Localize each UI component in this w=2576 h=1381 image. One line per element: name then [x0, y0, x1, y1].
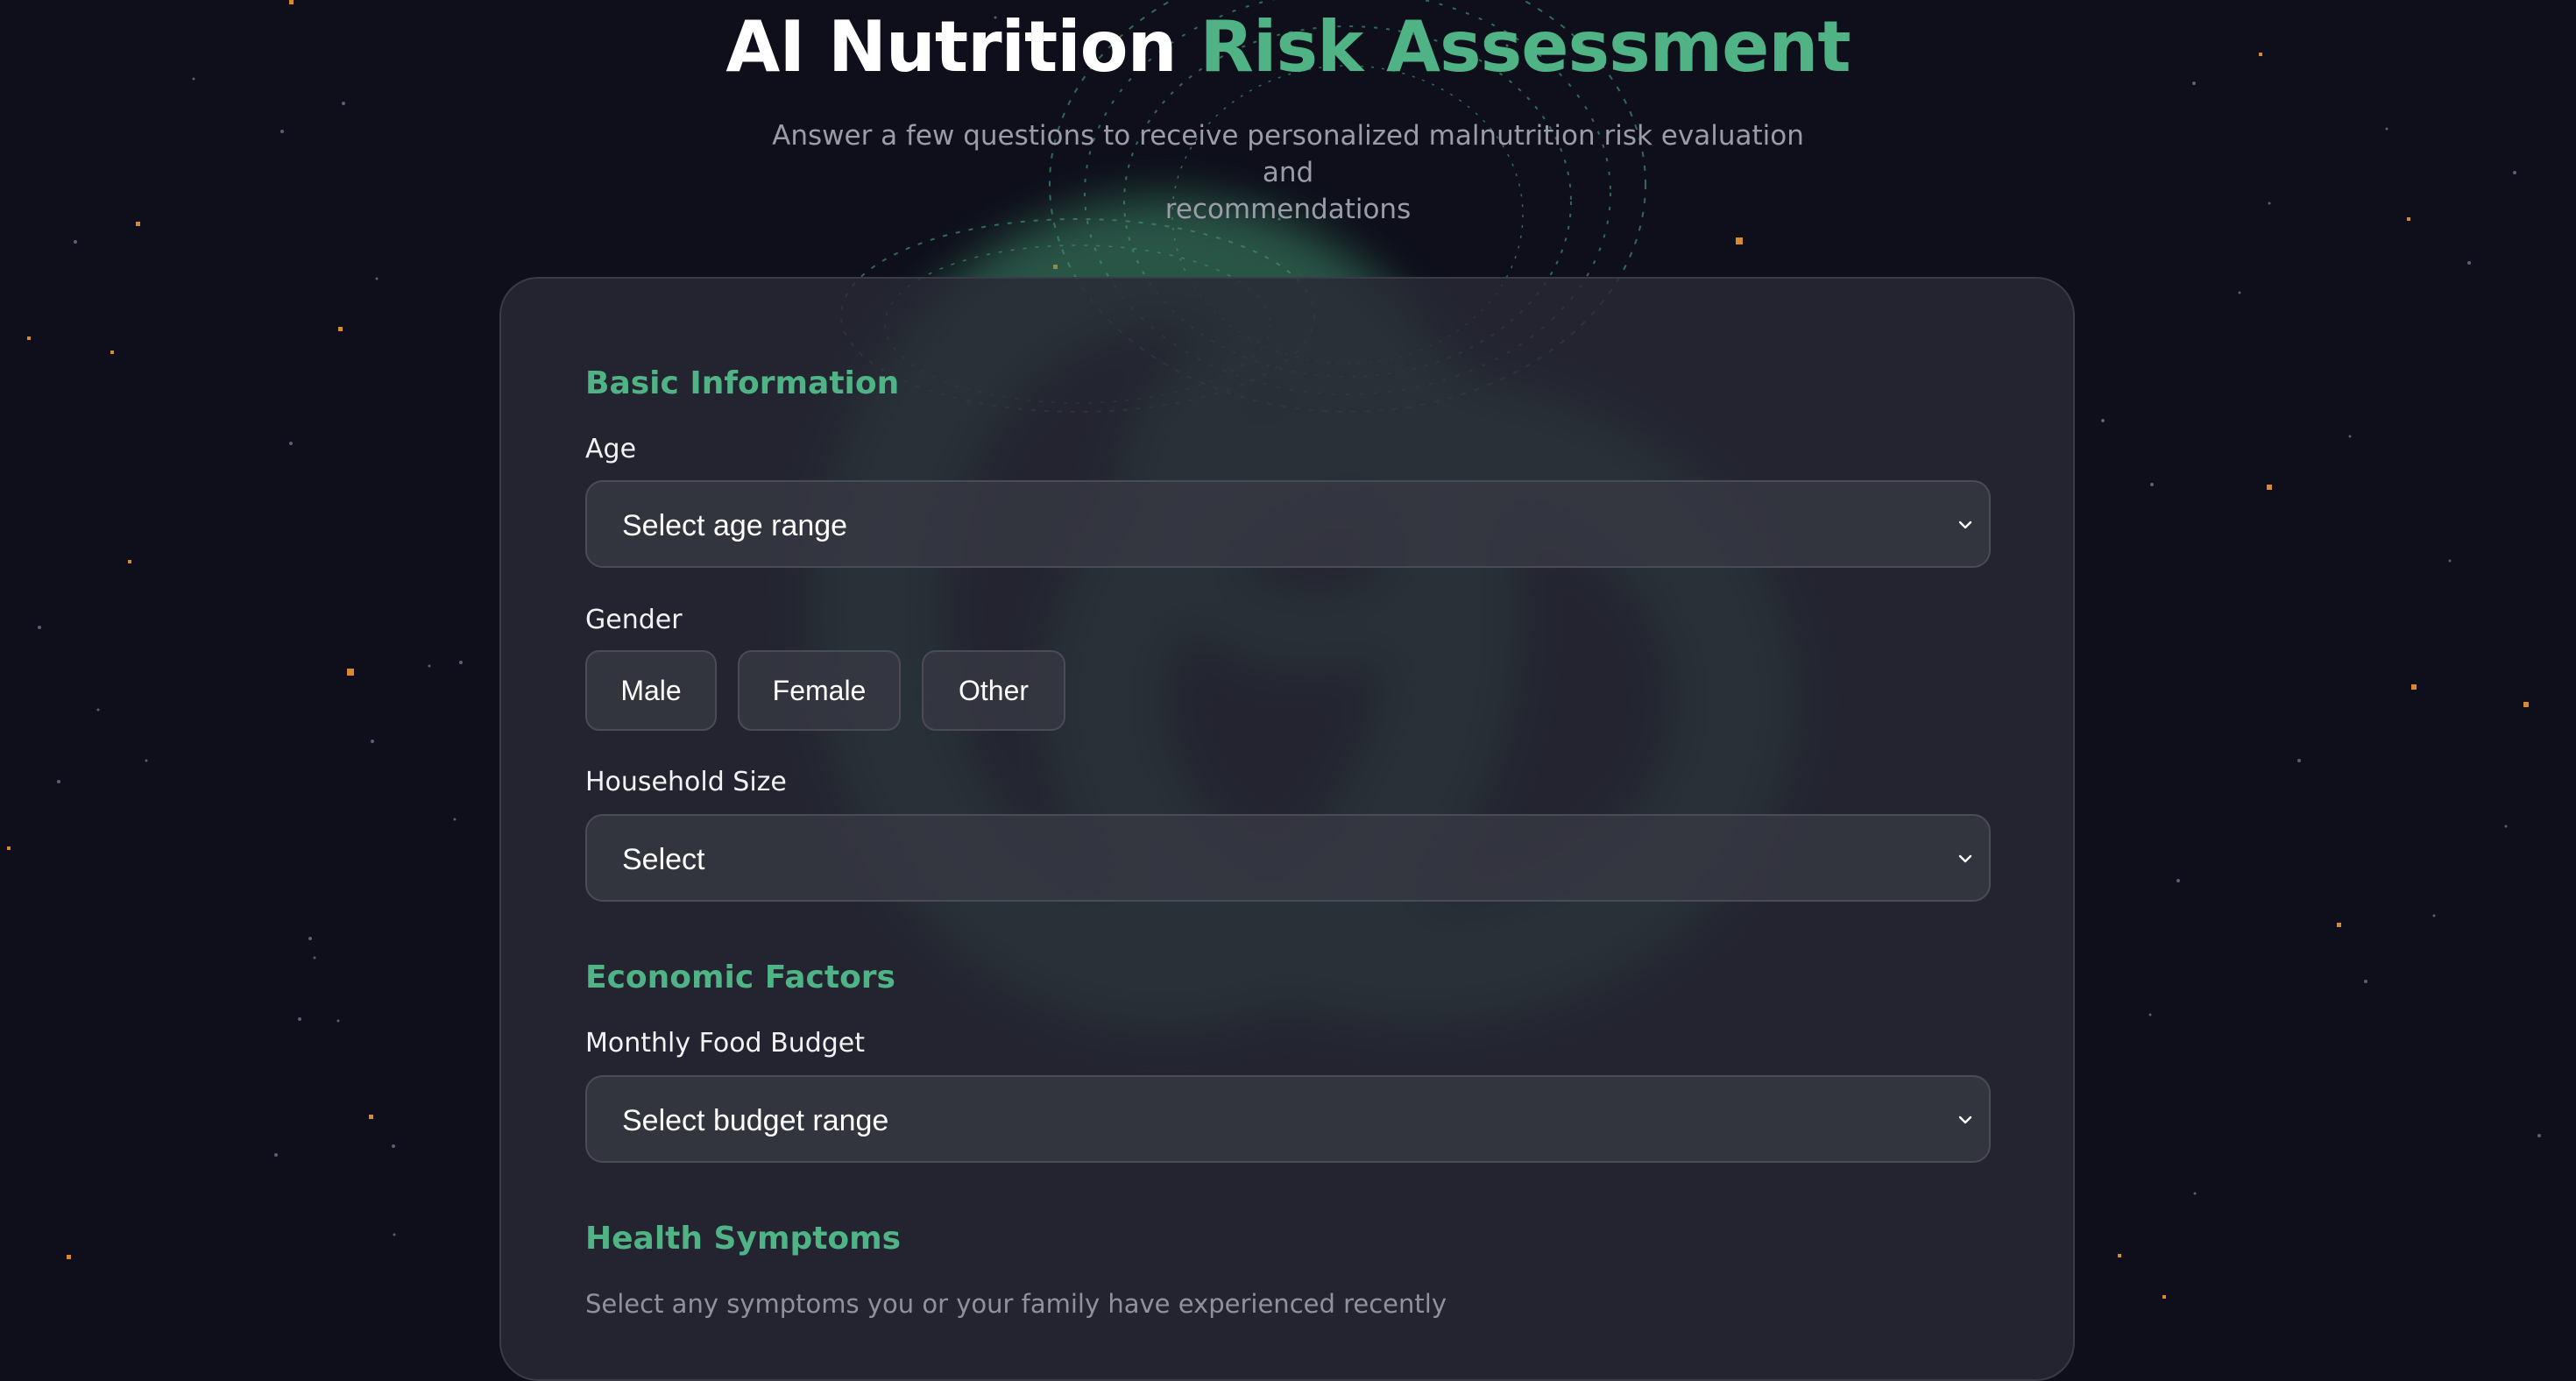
gender-option-other[interactable]: Other	[922, 650, 1065, 731]
household-size-select-value: Select	[622, 843, 705, 876]
gender-option-male[interactable]: Male	[585, 650, 717, 731]
title-primary: AI Nutrition	[725, 6, 1177, 88]
chevron-down-icon	[1958, 1115, 1972, 1124]
age-label: Age	[585, 434, 637, 464]
section-title-economic-factors: Economic Factors	[585, 960, 895, 995]
page-subtitle: Answer a few questions to receive person…	[762, 117, 1814, 228]
monthly-food-budget-select-value: Select budget range	[622, 1104, 889, 1137]
page-title: AI Nutrition Risk Assessment	[0, 5, 2576, 89]
monthly-food-budget-select[interactable]: Select budget range	[585, 1075, 1991, 1163]
monthly-food-budget-label: Monthly Food Budget	[585, 1028, 866, 1059]
gender-label: Gender	[585, 605, 683, 635]
age-select[interactable]: Select age range	[585, 480, 1991, 568]
chevron-down-icon	[1958, 854, 1972, 863]
household-size-select[interactable]: Select	[585, 814, 1991, 902]
subtitle-line-1: Answer a few questions to receive person…	[772, 120, 1804, 188]
gender-option-female[interactable]: Female	[738, 650, 901, 731]
chevron-down-icon	[1958, 521, 1972, 529]
section-title-basic-information: Basic Information	[585, 365, 900, 401]
title-accent: Risk Assessment	[1200, 6, 1851, 88]
age-select-value: Select age range	[622, 509, 848, 542]
section-title-health-symptoms: Health Symptoms	[585, 1221, 902, 1257]
subtitle-line-2: recommendations	[1164, 194, 1412, 225]
household-size-label: Household Size	[585, 767, 787, 797]
health-symptoms-hint: Select any symptoms you or your family h…	[585, 1289, 1447, 1319]
